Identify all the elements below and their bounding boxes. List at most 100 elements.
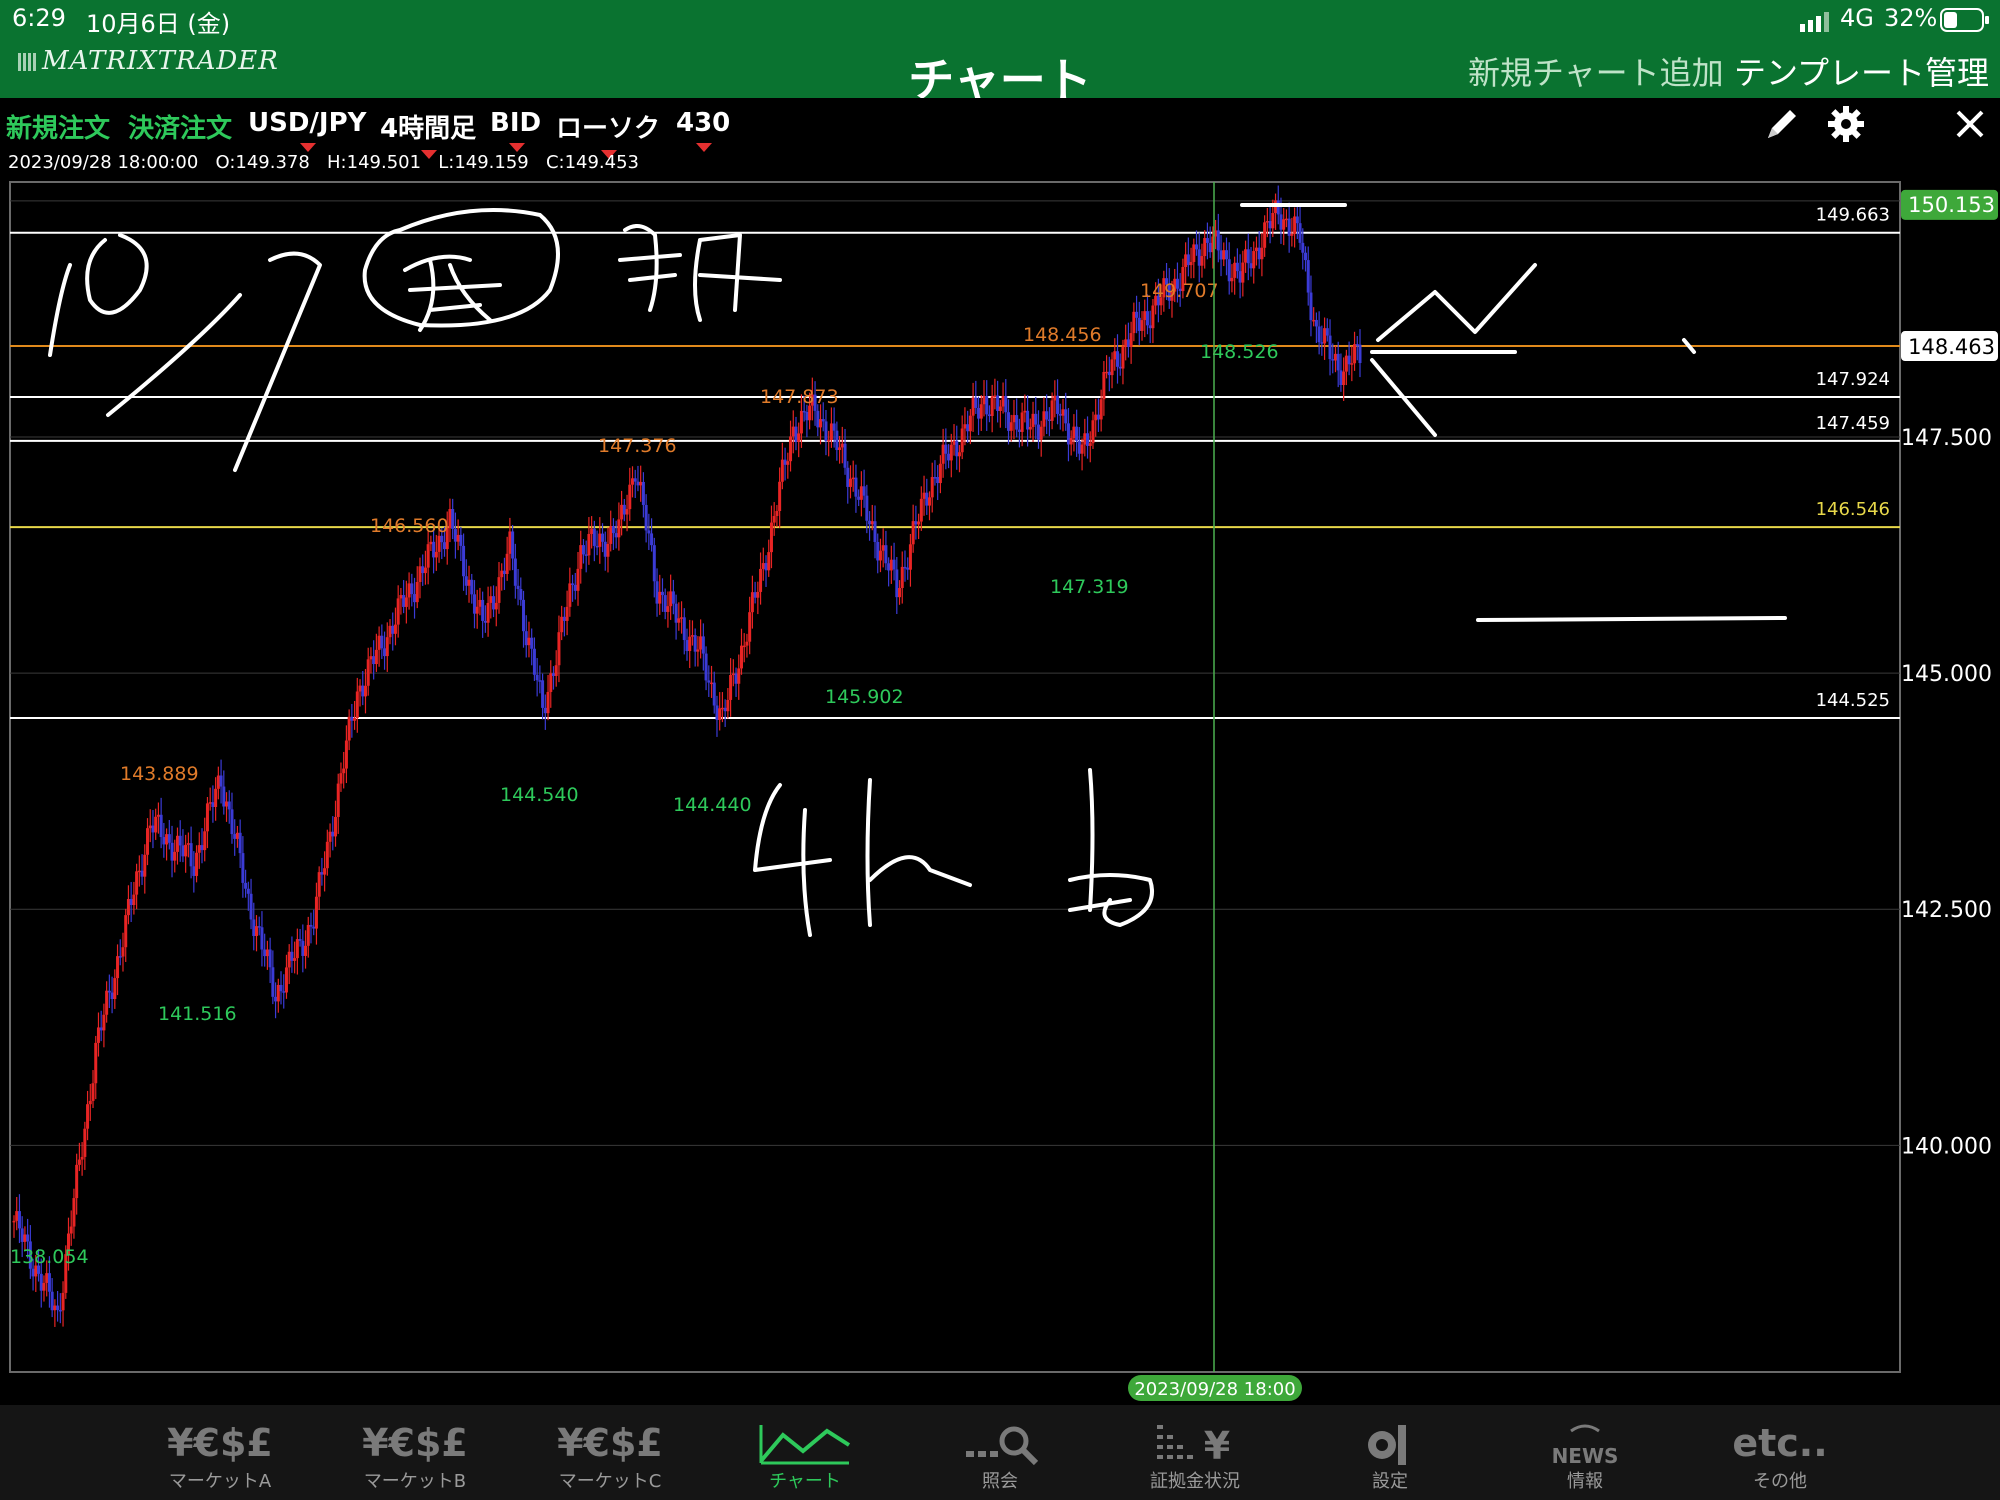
candle-body	[374, 649, 378, 665]
plot-frame	[9, 181, 1901, 1373]
candle-body	[497, 577, 501, 603]
candle-body	[892, 559, 896, 570]
candle-body	[824, 421, 828, 441]
candle-body	[1105, 371, 1109, 374]
candle-body	[611, 526, 615, 534]
candle-body	[919, 498, 923, 522]
candle-body	[1001, 396, 1005, 407]
candle-body	[862, 486, 866, 496]
candle-body	[1268, 221, 1272, 229]
close-order-button[interactable]: 決済注文	[128, 108, 232, 145]
candle-body	[361, 685, 365, 697]
candle-body	[865, 495, 869, 521]
candle-body	[372, 656, 376, 665]
candle-body	[478, 599, 482, 607]
candle-body	[1301, 242, 1305, 253]
candle-body	[911, 521, 915, 545]
candle-body	[366, 659, 370, 686]
candle-body	[39, 1273, 43, 1291]
nav-settings[interactable]: 設定	[1310, 1405, 1470, 1500]
candle-body	[203, 831, 207, 851]
candle-body	[551, 673, 555, 676]
candle-body	[1298, 223, 1302, 243]
candle-body	[110, 992, 114, 1000]
candle-body	[530, 637, 534, 649]
candle-body	[941, 444, 945, 464]
nav-news[interactable]: NEWS 情報	[1505, 1405, 1665, 1500]
candle-body	[549, 673, 553, 692]
candle-body	[554, 665, 558, 676]
candle-body	[467, 579, 471, 586]
candle-body	[977, 407, 981, 419]
add-chart-button[interactable]: 新規チャート追加	[1468, 48, 1724, 94]
candle-body	[489, 596, 493, 603]
candle-body	[1009, 422, 1013, 431]
candle-body	[848, 478, 852, 487]
pair-select[interactable]: USD/JPY	[248, 108, 366, 152]
candle-body	[1184, 254, 1188, 268]
candle-body	[1031, 413, 1035, 427]
candle-body	[118, 956, 122, 958]
price-chart[interactable]: 149.663 147.924 147.459 146.546 144.525 143.…	[0, 180, 2000, 1405]
candle-body	[720, 707, 724, 710]
candle-body	[1007, 412, 1011, 431]
candle-body	[1244, 249, 1248, 263]
gear-icon[interactable]	[1826, 104, 1866, 153]
candle-body	[344, 740, 348, 769]
candle-body	[1252, 251, 1256, 269]
candle-body	[1238, 271, 1242, 283]
price-type-select[interactable]: BID	[490, 108, 541, 152]
candle-body	[170, 842, 174, 861]
nav-market-c[interactable]: ¥€$£ マーケットC	[530, 1405, 690, 1500]
nav-margin-status[interactable]: ¥ 証拠金状況	[1115, 1405, 1275, 1500]
pencil-icon[interactable]	[1762, 104, 1802, 153]
candle-body	[1353, 344, 1357, 364]
candle-body	[1325, 328, 1329, 336]
candle-body	[219, 775, 223, 787]
close-icon[interactable]	[1952, 106, 1988, 151]
high-marker: 147.376	[598, 435, 677, 457]
candle-body	[712, 682, 716, 706]
candle-body	[453, 528, 457, 542]
new-order-button[interactable]: 新規注文	[6, 108, 110, 145]
bars-yen-icon: ¥	[1115, 1421, 1275, 1468]
candle-body	[94, 1042, 98, 1084]
low-marker: 144.540	[500, 784, 579, 806]
template-manage-button[interactable]: テンプレート管理	[1734, 48, 1989, 94]
candle-body	[225, 801, 229, 807]
candle-body	[734, 673, 738, 684]
currency-icon: ¥€$£	[362, 1421, 468, 1465]
nav-label: その他	[1753, 1471, 1807, 1492]
nav-market-a[interactable]: ¥€$£ マーケットA	[140, 1405, 300, 1500]
candle-body	[925, 492, 929, 506]
candle-body	[137, 870, 141, 873]
nav-other[interactable]: etc.. その他	[1700, 1405, 1860, 1500]
nav-market-b[interactable]: ¥€$£ マーケットB	[335, 1405, 495, 1500]
candle-body	[1195, 244, 1199, 250]
candle-body	[235, 832, 239, 839]
candle-body	[816, 410, 820, 428]
candle-body	[154, 816, 158, 833]
candle-body	[990, 396, 994, 417]
candle-body	[437, 535, 441, 552]
nav-chart[interactable]: チャート	[725, 1405, 885, 1500]
candle-body	[99, 1027, 103, 1031]
timeframe-select[interactable]: 4時間足	[380, 108, 476, 159]
candle-body	[622, 504, 626, 515]
chart-style-select[interactable]: ローソク	[556, 108, 660, 159]
candle-body	[1086, 433, 1090, 446]
candle-body	[1102, 371, 1106, 400]
chevron-down-icon	[508, 143, 525, 152]
candle-body	[715, 705, 719, 720]
candle-body	[184, 844, 188, 857]
bar-count-select[interactable]: 430	[676, 108, 730, 152]
candle-body	[1036, 424, 1040, 440]
candle-body	[222, 786, 226, 807]
candle-body	[404, 597, 408, 607]
candle-body	[470, 579, 474, 595]
candle-body	[1039, 426, 1043, 440]
candle-body	[1129, 333, 1133, 347]
candle-body	[1061, 409, 1065, 416]
nav-inquiry[interactable]: 照会	[920, 1405, 1080, 1500]
candle-body	[652, 545, 656, 582]
